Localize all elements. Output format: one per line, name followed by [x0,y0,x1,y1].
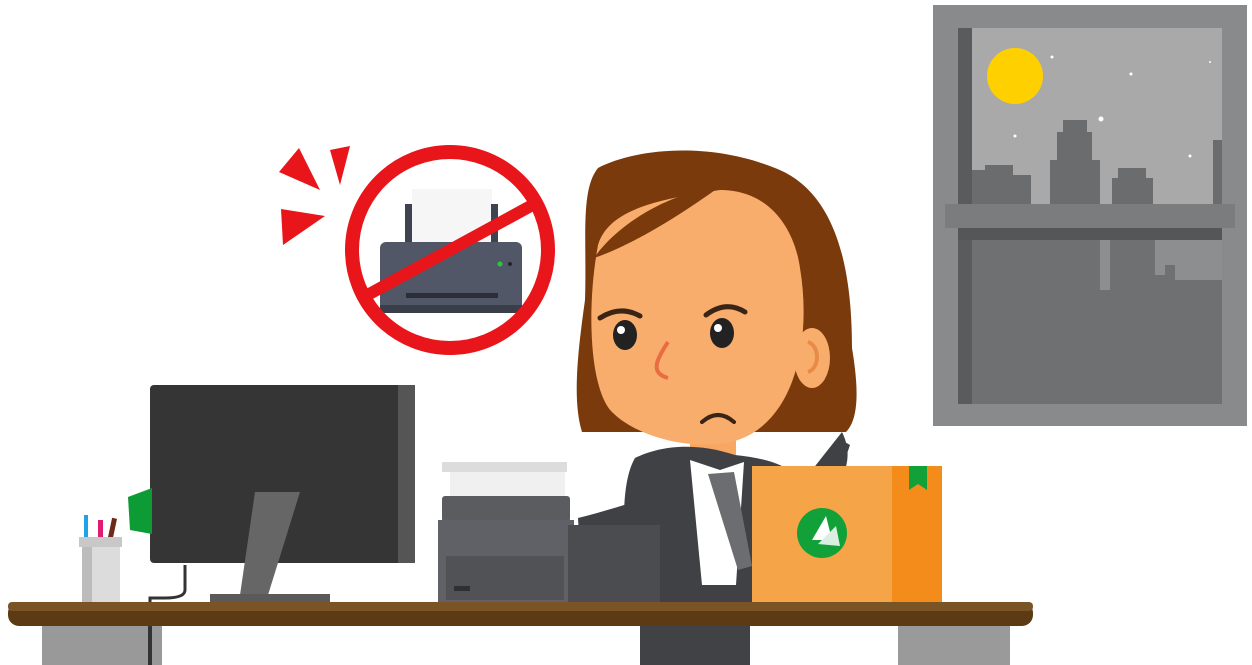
pen-cup [79,515,122,605]
no-printing-icon [345,145,555,355]
illustration-scene [0,0,1252,665]
office-printer-problem-illustration [8,5,1247,665]
sticky-note [128,488,152,534]
box [752,466,942,606]
sun-icon [987,48,1043,104]
desk [8,602,1033,665]
window [933,5,1247,426]
alert-burst-icon [279,146,350,245]
